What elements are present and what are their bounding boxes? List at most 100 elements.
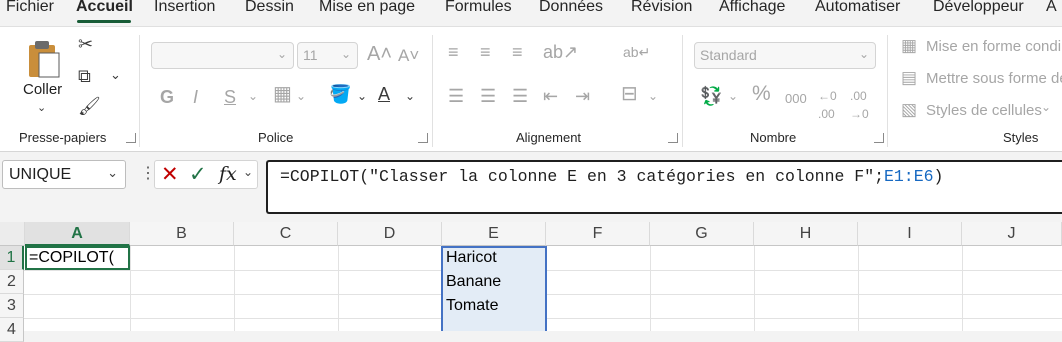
number-launcher-icon[interactable] (874, 133, 884, 143)
conditional-format-icon[interactable]: ▦ (901, 37, 917, 55)
tab-aide[interactable]: A (1046, 0, 1057, 16)
borders-chevron-icon[interactable]: ⌄ (296, 89, 306, 103)
paste-dropdown-chevron-icon[interactable]: ⌄ (37, 101, 46, 114)
tab-accueil[interactable]: Accueil (76, 0, 133, 16)
row-header-4[interactable]: 4 (0, 318, 24, 342)
column-header-i[interactable]: I (858, 222, 962, 246)
font-launcher-icon[interactable] (418, 133, 428, 143)
copy-icon[interactable]: ⧉ (78, 67, 91, 85)
name-box[interactable]: UNIQUE ⌄ (2, 160, 126, 189)
increase-decimal-icon[interactable]: ←0.00 (818, 87, 837, 123)
tab-formules[interactable]: Formules (445, 0, 512, 16)
fill-color-icon[interactable]: 🪣 (329, 85, 351, 103)
column-header-e[interactable]: E (442, 222, 546, 246)
number-group-label: Nombre (750, 130, 797, 145)
align-right-icon[interactable]: ☰ (512, 87, 528, 105)
merge-chevron-icon[interactable]: ⌄ (648, 89, 658, 103)
column-header-j[interactable]: J (962, 222, 1062, 246)
enter-check-icon[interactable]: ✓ (189, 162, 207, 187)
borders-icon[interactable]: ▦ (273, 84, 292, 104)
cell-styles-chevron-icon[interactable]: ⌄ (1041, 100, 1051, 114)
font-size-dropdown[interactable]: 11 ⌄ (297, 42, 358, 69)
column-header-h[interactable]: H (754, 222, 858, 246)
cell-styles-button[interactable]: Styles de cellules (926, 102, 1042, 119)
row-header-2[interactable]: 2 (0, 270, 24, 294)
align-bottom-icon[interactable]: ≡ (512, 43, 523, 61)
conditional-format-button[interactable]: Mise en forme condi (926, 38, 1061, 55)
paste-button[interactable]: Coller ⌄ (18, 35, 68, 125)
cancel-icon[interactable]: ✕ (161, 162, 179, 187)
separator (682, 35, 683, 147)
decrease-font-icon[interactable]: A˅ (398, 47, 419, 65)
font-size-value: 11 (303, 47, 318, 63)
tab-mise-en-page[interactable]: Mise en page (319, 0, 415, 16)
formula-range-ref: E1:E6 (884, 167, 934, 186)
percent-icon[interactable]: % (752, 83, 771, 104)
thousands-icon[interactable]: 000 (785, 90, 807, 108)
align-center-icon[interactable]: ☰ (480, 87, 496, 105)
clipboard-group-label: Presse-papiers (19, 130, 107, 145)
separator (887, 35, 888, 147)
insert-function-icon[interactable]: fx (219, 163, 237, 185)
cell-e3[interactable]: Tomate (446, 297, 498, 315)
tab-affichage[interactable]: Affichage (719, 0, 785, 16)
styles-group-label: Styles (1003, 130, 1039, 145)
tab-donnees[interactable]: Données (539, 0, 603, 16)
column-header-c[interactable]: C (234, 222, 338, 246)
alignment-launcher-icon[interactable] (668, 133, 678, 143)
copy-dropdown-chevron-icon[interactable]: ⌄ (110, 67, 121, 83)
tab-insertion[interactable]: Insertion (154, 0, 215, 16)
number-format-value: Standard (700, 47, 757, 63)
bold-icon[interactable]: G (160, 88, 174, 106)
cell-e1[interactable]: Haricot (446, 249, 497, 267)
fx-chevron-icon[interactable]: ⌄ (243, 165, 253, 179)
row-header-1[interactable]: 1 (0, 246, 24, 270)
number-format-dropdown[interactable]: Standard ⌄ (694, 42, 876, 69)
increase-indent-icon[interactable]: ⇥ (575, 87, 590, 105)
font-name-dropdown[interactable]: ⌄ (151, 42, 294, 69)
wrap-text-icon[interactable]: ab↵ (623, 43, 650, 61)
paste-label: Coller (23, 81, 63, 98)
column-header-b[interactable]: B (130, 222, 234, 246)
column-header-a[interactable]: A (25, 222, 130, 246)
cell-e2[interactable]: Banane (446, 273, 501, 291)
column-header-f[interactable]: F (546, 222, 650, 246)
tab-developpeur[interactable]: Développeur (933, 0, 1024, 16)
underline-chevron-icon[interactable]: ⌄ (248, 89, 258, 103)
format-painter-icon[interactable]: 🖌 (78, 97, 101, 115)
currency-chevron-icon[interactable]: ⌄ (728, 89, 738, 103)
cell-styles-icon[interactable]: ▧ (901, 101, 917, 119)
currency-icon[interactable]: 💱 (700, 87, 722, 105)
tab-automatiser[interactable]: Automatiser (815, 0, 900, 16)
underline-icon[interactable]: S (224, 88, 236, 106)
merge-center-icon[interactable]: ⊟ (621, 84, 638, 104)
orientation-icon[interactable]: ab↗ (543, 43, 578, 61)
tab-revision[interactable]: Révision (631, 0, 692, 16)
align-middle-icon[interactable]: ≡ (480, 43, 491, 61)
column-header-d[interactable]: D (338, 222, 442, 246)
cut-icon[interactable]: ✂ (78, 35, 93, 53)
cell-a1[interactable]: =COPILOT( (29, 249, 114, 267)
decrease-decimal-icon[interactable]: .00 →0 (850, 87, 869, 123)
align-left-icon[interactable]: ☰ (448, 87, 464, 105)
row-header-3[interactable]: 3 (0, 294, 24, 318)
column-header-g[interactable]: G (650, 222, 754, 246)
align-top-icon[interactable]: ≡ (448, 43, 459, 61)
decrease-indent-icon[interactable]: ⇤ (543, 87, 558, 105)
font-color-chevron-icon[interactable]: ⌄ (405, 89, 415, 103)
ribbon: Coller ⌄ ✂ ⧉ ⌄ 🖌 Presse-papiers ⌄ 11 ⌄ A… (0, 26, 1062, 152)
select-all-corner[interactable] (0, 222, 25, 246)
clipboard-icon (29, 41, 60, 78)
tab-dessin[interactable]: Dessin (245, 0, 294, 16)
alignment-group-label: Alignement (516, 130, 582, 145)
font-color-icon[interactable]: A (378, 85, 390, 103)
clipboard-launcher-icon[interactable] (126, 133, 136, 143)
fill-color-chevron-icon[interactable]: ⌄ (357, 89, 367, 103)
increase-font-icon[interactable]: A˄ (367, 44, 392, 64)
tab-fichier[interactable]: Fichier (6, 0, 54, 16)
formula-prefix: =COPILOT("Classer la colonne E en 3 caté… (280, 167, 884, 186)
formula-input[interactable]: =COPILOT("Classer la colonne E en 3 caté… (266, 160, 1062, 214)
table-format-icon[interactable]: ▤ (901, 69, 917, 87)
italic-icon[interactable]: I (193, 88, 198, 106)
format-as-table-button[interactable]: Mettre sous forme de (926, 70, 1062, 87)
